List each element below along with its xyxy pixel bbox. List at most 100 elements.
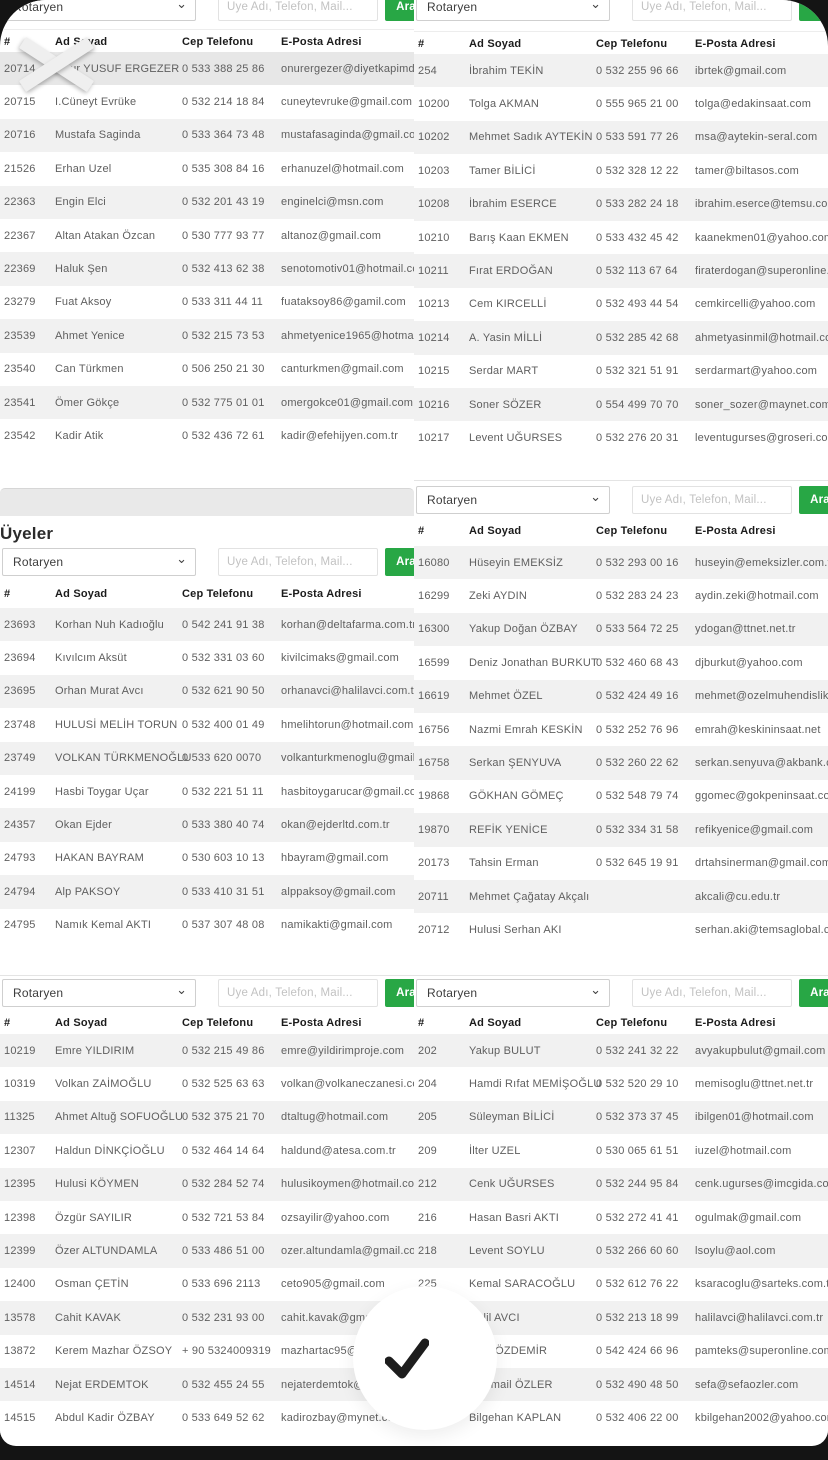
member-row[interactable]: 24357Okan Ejder0 533 380 40 74okan@ejder…	[0, 808, 414, 841]
member-row[interactable]: 21526Erhan Uzel0 535 308 84 16erhanuzel@…	[0, 152, 414, 185]
member-row[interactable]: 10214A. Yasin MİLLİ0 532 285 42 68ahmety…	[414, 321, 828, 354]
member-row[interactable]: 10208İbrahim ESERCE0 533 282 24 18ibrahi…	[414, 188, 828, 221]
member-row[interactable]: 16758Serkan ŞENYUVA0 532 260 22 62serkan…	[414, 746, 828, 779]
member-phone: 0 532 645 19 91	[596, 857, 679, 869]
member-row[interactable]: 16299Zeki AYDIN0 532 283 24 23aydin.zeki…	[414, 579, 828, 612]
member-row[interactable]: 14514Nejat ERDEMTOK0 532 455 24 55nejate…	[0, 1368, 414, 1401]
member-row[interactable]: 12400Osman ÇETİN0 533 696 2113ceto905@gm…	[0, 1268, 414, 1301]
member-row[interactable]: 24795Namık Kemal AKTI0 537 307 48 08nami…	[0, 909, 414, 942]
member-row[interactable]: 14515Abdul Kadir ÖZBAY0 533 649 52 62kad…	[0, 1401, 414, 1434]
member-row[interactable]: 22369Haluk Şen0 532 413 62 38senotomotiv…	[0, 252, 414, 285]
member-row[interactable]: 10211Fırat ERDOĞAN0 532 113 67 64firater…	[414, 254, 828, 287]
member-row[interactable]: 10219Emre YILDIRIM0 532 215 49 86emre@yi…	[0, 1034, 414, 1067]
member-row[interactable]: 16619Mehmet ÖZEL0 532 424 49 16mehmet@oz…	[414, 680, 828, 713]
member-row[interactable]: 12398Özgür SAYILIR0 532 721 53 84ozsayil…	[0, 1201, 414, 1234]
member-search-input[interactable]	[218, 548, 378, 576]
member-row[interactable]: 23748HULUSİ MELİH TORUN0 532 400 01 49hm…	[0, 708, 414, 741]
member-id: 10211	[418, 265, 449, 277]
search-button[interactable]: Ara	[799, 0, 828, 21]
member-row[interactable]: 23540Can Türkmen0 506 250 21 30canturkme…	[0, 353, 414, 386]
rotaryen-select[interactable]: Rotaryen⌄	[2, 979, 196, 1007]
member-row[interactable]: 218Levent SOYLU0 532 266 60 60lsoylu@aol…	[414, 1234, 828, 1267]
member-row[interactable]: 23693Korhan Nuh Kadıoğlu0 542 241 91 38k…	[0, 608, 414, 641]
member-name: Korhan Nuh Kadıoğlu	[55, 619, 164, 631]
search-button[interactable]: Ara	[385, 548, 414, 576]
member-id: 216	[418, 1212, 437, 1224]
member-name: Erhan Uzel	[55, 163, 111, 175]
member-row[interactable]: 209İlter UZEL0 530 065 61 51iuzel@hotmai…	[414, 1134, 828, 1167]
member-row[interactable]: 11325Ahmet Altuğ SOFUOĞLU0 532 375 21 70…	[0, 1101, 414, 1134]
member-row[interactable]: 204Hamdi Rıfat MEMİŞOĞLU0 532 520 29 10m…	[414, 1067, 828, 1100]
member-row[interactable]: 24794Alp PAKSOY0 533 410 31 51alppaksoy@…	[0, 875, 414, 908]
member-row[interactable]: 20173Tahsin Erman0 532 645 19 91drtahsin…	[414, 847, 828, 880]
search-button[interactable]: Ara	[385, 979, 414, 1007]
member-email: hbayram@gmail.com	[281, 852, 389, 864]
member-row[interactable]: 225Kemal SARACOĞLU0 532 612 76 22ksaraco…	[414, 1268, 828, 1301]
member-row[interactable]: 13872Kerem Mazhar ÖZSOY+ 90 5324009319ma…	[0, 1335, 414, 1368]
member-row[interactable]: 23695Orhan Murat Avcı0 532 621 90 50orha…	[0, 675, 414, 708]
member-email: ahmetyasinmil@hotmail.com	[695, 332, 828, 344]
member-row[interactable]: 23542Kadir Atik0 532 436 72 61kadir@efeh…	[0, 419, 414, 452]
member-row[interactable]: 10216Soner SÖZER0 554 499 70 70soner_soz…	[414, 388, 828, 421]
member-id: 16080	[418, 557, 450, 569]
member-row[interactable]: 10213Cem KIRCELLİ0 532 493 44 54cemkirce…	[414, 288, 828, 321]
member-row[interactable]: 212Cenk UĞURSES0 532 244 95 84cenk.ugurs…	[414, 1168, 828, 1201]
member-search-input[interactable]	[632, 486, 792, 514]
search-button[interactable]: Ara	[799, 486, 828, 514]
member-row[interactable]: 20712Hulusi Serhan AKIserhan.aki@temsagl…	[414, 913, 828, 946]
member-phone: 0 532 464 14 64	[182, 1145, 265, 1157]
member-row[interactable]: 254İbrahim TEKİN0 532 255 96 66ibrtek@gm…	[414, 54, 828, 87]
member-search-input[interactable]	[218, 0, 378, 21]
chevron-down-icon: ⌄	[590, 0, 601, 12]
rotaryen-select[interactable]: Rotaryen⌄	[416, 979, 610, 1007]
member-row[interactable]: 20711Mehmet Çağatay Akçalıakcali@cu.edu.…	[414, 880, 828, 913]
member-row[interactable]: 22367Altan Atakan Özcan0 530 777 93 77al…	[0, 219, 414, 252]
member-row[interactable]: 12307Haldun DİNKÇİOĞLU0 532 464 14 64hal…	[0, 1134, 414, 1167]
member-row[interactable]: 23539Ahmet Yenice0 532 215 73 53ahmetyen…	[0, 319, 414, 352]
member-table-panel-top-right: Rotaryen⌄Ara#Ad SoyadCep TelefonuE-Posta…	[414, 0, 828, 455]
member-row[interactable]: 10215Serdar MART0 532 321 51 91serdarmar…	[414, 355, 828, 388]
member-row[interactable]: 16756Nazmi Emrah KESKİN0 532 252 76 96em…	[414, 713, 828, 746]
member-row[interactable]: 13578Cahit KAVAK0 532 231 93 00cahit.kav…	[0, 1301, 414, 1334]
member-row[interactable]: 20715I.Cüneyt Evrüke0 532 214 18 84cuney…	[0, 85, 414, 118]
member-row[interactable]: 23694Kıvılcım Aksüt0 532 331 03 60kivilc…	[0, 641, 414, 674]
member-row[interactable]: 23749VOLKAN TÜRKMENOĞLU0 533 620 0070vol…	[0, 742, 414, 775]
member-row[interactable]: 16599Deniz Jonathan BURKUT0 532 460 68 4…	[414, 646, 828, 679]
member-name: Nejat ERDEMTOK	[55, 1379, 149, 1391]
member-phone: 0 532 334 31 58	[596, 824, 679, 836]
rotaryen-select[interactable]: Rotaryen⌄	[2, 0, 196, 21]
member-row[interactable]: 24793HAKAN BAYRAM0 530 603 10 13hbayram@…	[0, 842, 414, 875]
member-search-input[interactable]	[218, 979, 378, 1007]
member-row[interactable]: 23541Ömer Gökçe0 532 775 01 01omergokce0…	[0, 386, 414, 419]
member-search-input[interactable]	[632, 0, 792, 21]
member-row[interactable]: 10202Mehmet Sadık AYTEKİN0 533 591 77 26…	[414, 121, 828, 154]
member-row[interactable]: 20716Mustafa Saginda0 533 364 73 48musta…	[0, 119, 414, 152]
member-id: 10215	[418, 365, 450, 377]
member-row[interactable]: 10319Volkan ZAİMOĞLU0 532 525 63 63volka…	[0, 1067, 414, 1100]
search-button[interactable]: Ara	[799, 979, 828, 1007]
member-row[interactable]: 10203Tamer BİLİCİ0 532 328 12 22tamer@bi…	[414, 154, 828, 187]
member-row[interactable]: 22363Engin Elci0 532 201 43 19enginelci@…	[0, 186, 414, 219]
member-row[interactable]: 202Yakup BULUT0 532 241 32 22avyakupbulu…	[414, 1034, 828, 1067]
member-row[interactable]: 19870REFİK YENİCE0 532 334 31 58refikyen…	[414, 813, 828, 846]
member-search-input[interactable]	[632, 979, 792, 1007]
member-row[interactable]: 24199Hasbi Toygar Uçar0 532 221 51 11has…	[0, 775, 414, 808]
search-button[interactable]: Ara	[385, 0, 414, 21]
member-row[interactable]: 12395Hulusi KÖYMEN0 532 284 52 74hulusik…	[0, 1168, 414, 1201]
member-name: Ömer Gökçe	[55, 397, 119, 409]
member-row[interactable]: 19868GÖKHAN GÖMEÇ0 532 548 79 74ggomec@g…	[414, 780, 828, 813]
member-row[interactable]: 10200Tolga AKMAN0 555 965 21 00tolga@eda…	[414, 87, 828, 120]
member-row[interactable]: 216Hasan Basri AKTI0 532 272 41 41ogulma…	[414, 1201, 828, 1234]
rotaryen-select[interactable]: Rotaryen⌄	[2, 548, 196, 576]
member-row[interactable]: 16300Yakup Doğan ÖZBAY0 533 564 72 25ydo…	[414, 613, 828, 646]
member-row[interactable]: 12399Özer ALTUNDAMLA0 533 486 51 00ozer.…	[0, 1234, 414, 1267]
rotaryen-select[interactable]: Rotaryen⌄	[416, 0, 610, 21]
member-name: İbrahim TEKİN	[469, 65, 544, 77]
member-row[interactable]: 205Süleyman BİLİCİ0 532 373 37 45ibilgen…	[414, 1101, 828, 1134]
member-email: akcali@cu.edu.tr	[695, 891, 780, 903]
member-row[interactable]: 16080Hüseyin EMEKSİZ0 532 293 00 16husey…	[414, 546, 828, 579]
member-row[interactable]: 10217Levent UĞURSES0 532 276 20 31levent…	[414, 421, 828, 454]
member-row[interactable]: 10210Barış Kaan EKMEN0 533 432 45 42kaan…	[414, 221, 828, 254]
member-row[interactable]: 23279Fuat Aksoy0 533 311 44 11fuataksoy8…	[0, 286, 414, 319]
rotaryen-select[interactable]: Rotaryen⌄	[416, 486, 610, 514]
